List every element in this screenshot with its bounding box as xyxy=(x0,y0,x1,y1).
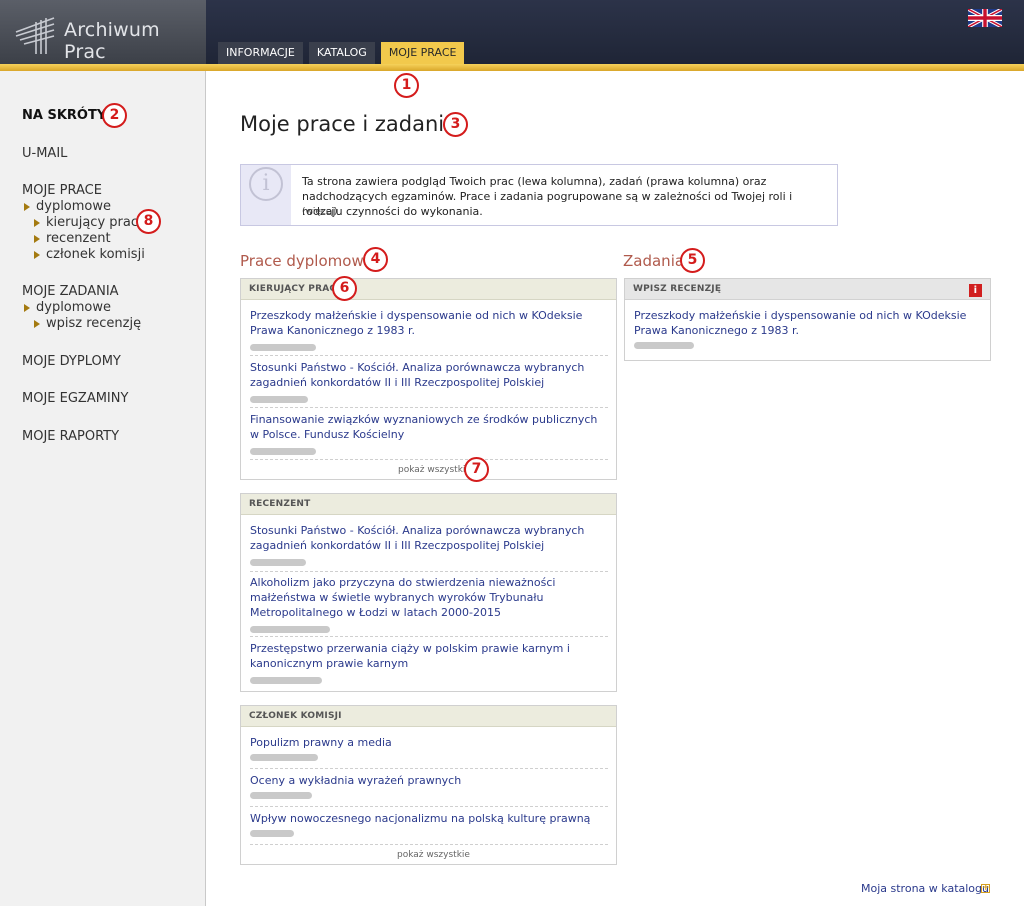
show-all-link[interactable]: pokaż wszystkie xyxy=(398,465,471,475)
redacted-author xyxy=(250,792,312,799)
panel-header: KIERUJĄCY PRACĄ xyxy=(241,279,616,300)
list-item: Przeszkody małżeńskie i dyspensowanie od… xyxy=(634,308,979,354)
redacted-author xyxy=(634,342,694,349)
sidebar-item-moje-egzaminy[interactable]: MOJE EGZAMINY xyxy=(22,391,128,406)
list-item: Stosunki Państwo - Kościół. Analiza poró… xyxy=(250,523,608,572)
prace-dyplomowe-heading: Prace dyplomowe xyxy=(240,252,373,270)
redacted-author xyxy=(250,754,318,761)
sidebar-item-label: członek komisji xyxy=(46,247,145,262)
logo-area[interactable]: Archiwum Prac xyxy=(0,0,206,64)
info-text: Ta strona zawiera podgląd Twoich prac (l… xyxy=(302,175,793,218)
redacted-author xyxy=(250,396,308,403)
wpisz-recenzje-panel: WPISZ RECENZJĘ i Przeszkody małżeńskie i… xyxy=(624,278,991,361)
sidebar-item-umail[interactable]: U-MAIL xyxy=(22,146,67,161)
thesis-link[interactable]: Przeszkody małżeńskie i dyspensowanie od… xyxy=(634,308,979,338)
panel-header: CZŁONEK KOMISJI xyxy=(241,706,616,727)
callout-marker: 7 xyxy=(464,457,489,482)
arrow-right-icon xyxy=(34,218,40,227)
arrow-right-icon xyxy=(24,202,30,211)
sidebar-item-label: dyplomowe xyxy=(36,300,112,315)
thesis-link[interactable]: Wpływ nowoczesnego nacjonalizmu na polsk… xyxy=(250,811,608,826)
redacted-author xyxy=(250,626,330,633)
thesis-link[interactable]: Przestępstwo przerwania ciąży w polskim … xyxy=(250,641,608,671)
sidebar-item-kierujacy[interactable]: kierujący pracą xyxy=(34,215,146,230)
thesis-link[interactable]: Alkoholizm jako przyczyna do stwierdzeni… xyxy=(250,575,608,620)
catalog-page-link[interactable]: Moja strona w katalogu xyxy=(861,882,989,895)
top-header: Archiwum Prac INFORMACJE KATALOG MOJE PR… xyxy=(0,0,1024,64)
tab-katalog[interactable]: KATALOG xyxy=(308,42,375,64)
kierujacy-panel: KIERUJĄCY PRACĄ Przeszkody małżeńskie i … xyxy=(240,278,617,480)
sidebar-item-moje-dyplomy[interactable]: MOJE DYPLOMY xyxy=(22,354,121,369)
list-item: Wpływ nowoczesnego nacjonalizmu na polsk… xyxy=(250,811,608,845)
list-item: Przestępstwo przerwania ciąży w polskim … xyxy=(250,641,608,687)
list-item: Populizm prawny a media xyxy=(250,735,608,769)
redacted-author xyxy=(250,344,316,351)
sidebar-item-label: dyplomowe xyxy=(36,199,112,214)
arrow-right-icon xyxy=(34,234,40,243)
sidebar-item-prace-dyplomowe[interactable]: dyplomowe xyxy=(24,199,111,214)
archive-logo-icon xyxy=(15,17,55,54)
info-alert-icon[interactable]: i xyxy=(969,284,982,297)
callout-marker: 1 xyxy=(394,73,419,98)
sidebar: NA SKRÓTY U-MAIL MOJE PRACE dyplomowe ki… xyxy=(0,71,206,906)
info-box: i Ta strona zawiera podgląd Twoich prac … xyxy=(240,164,838,226)
sidebar-item-label: kierujący pracą xyxy=(46,215,146,230)
redacted-author xyxy=(250,830,294,837)
czlonek-komisji-panel: CZŁONEK KOMISJI Populizm prawny a media … xyxy=(240,705,617,865)
list-item: Finansowanie związków wyznaniowych ze śr… xyxy=(250,412,608,460)
callout-marker: 6 xyxy=(332,276,357,301)
callout-marker: 4 xyxy=(363,247,388,272)
thesis-link[interactable]: Stosunki Państwo - Kościół. Analiza poró… xyxy=(250,360,608,390)
list-item: Oceny a wykładnia wyrażeń prawnych xyxy=(250,773,608,807)
main-tabs: INFORMACJE KATALOG MOJE PRACE xyxy=(218,42,465,64)
callout-marker: 3 xyxy=(443,112,468,137)
redacted-author xyxy=(250,448,316,455)
panel-header: WPISZ RECENZJĘ i xyxy=(625,279,990,300)
list-item: Alkoholizm jako przyczyna do stwierdzeni… xyxy=(250,575,608,637)
sidebar-item-label: recenzent xyxy=(46,231,111,246)
redacted-author xyxy=(250,559,306,566)
sidebar-item-moje-zadania[interactable]: MOJE ZADANIA xyxy=(22,284,119,299)
show-all-link[interactable]: pokaż wszystkie xyxy=(397,850,470,860)
plus-icon[interactable]: + xyxy=(981,884,990,893)
tab-informacje[interactable]: INFORMACJE xyxy=(218,42,303,64)
header-accent-bar xyxy=(0,64,1024,71)
thesis-link[interactable]: Oceny a wykładnia wyrażeń prawnych xyxy=(250,773,608,788)
page-title: Moje prace i zadania xyxy=(240,112,457,136)
thesis-link[interactable]: Populizm prawny a media xyxy=(250,735,608,750)
thesis-link[interactable]: Stosunki Państwo - Kościół. Analiza poró… xyxy=(250,523,608,553)
callout-marker: 8 xyxy=(136,209,161,234)
sidebar-item-zadania-dyplomowe[interactable]: dyplomowe xyxy=(24,300,111,315)
info-icon: i xyxy=(249,167,283,201)
app-title: Archiwum Prac xyxy=(64,19,160,63)
thesis-link[interactable]: Przeszkody małżeńskie i dyspensowanie od… xyxy=(250,308,608,338)
sidebar-item-moje-raporty[interactable]: MOJE RAPORTY xyxy=(22,429,119,444)
panel-header: RECENZENT xyxy=(241,494,616,515)
recenzent-panel: RECENZENT Stosunki Państwo - Kościół. An… xyxy=(240,493,617,692)
sidebar-item-czlonek-komisji[interactable]: członek komisji xyxy=(34,247,145,262)
arrow-right-icon xyxy=(34,250,40,259)
sidebar-item-recenzent[interactable]: recenzent xyxy=(34,231,111,246)
list-item: Stosunki Państwo - Kościół. Analiza poró… xyxy=(250,360,608,408)
callout-marker: 5 xyxy=(680,248,705,273)
thesis-link[interactable]: Finansowanie związków wyznaniowych ze śr… xyxy=(250,412,608,442)
sidebar-item-label: wpisz recenzję xyxy=(46,316,142,331)
sidebar-item-moje-prace[interactable]: MOJE PRACE xyxy=(22,183,102,198)
uk-flag-icon[interactable] xyxy=(968,9,1002,27)
callout-marker: 2 xyxy=(102,103,127,128)
zadania-heading: Zadania xyxy=(623,252,685,270)
sidebar-item-wpisz-recenzje[interactable]: wpisz recenzję xyxy=(34,316,141,331)
info-box-sidebar: i xyxy=(241,165,291,225)
info-more-link[interactable]: (więcej) xyxy=(302,207,337,217)
arrow-right-icon xyxy=(24,303,30,312)
sidebar-shortcuts-heading: NA SKRÓTY xyxy=(22,108,107,123)
redacted-author xyxy=(250,677,322,684)
arrow-right-icon xyxy=(34,319,40,328)
list-item: Przeszkody małżeńskie i dyspensowanie od… xyxy=(250,308,608,356)
tab-moje-prace[interactable]: MOJE PRACE xyxy=(380,42,465,64)
panel-header-label: WPISZ RECENZJĘ xyxy=(633,284,722,294)
